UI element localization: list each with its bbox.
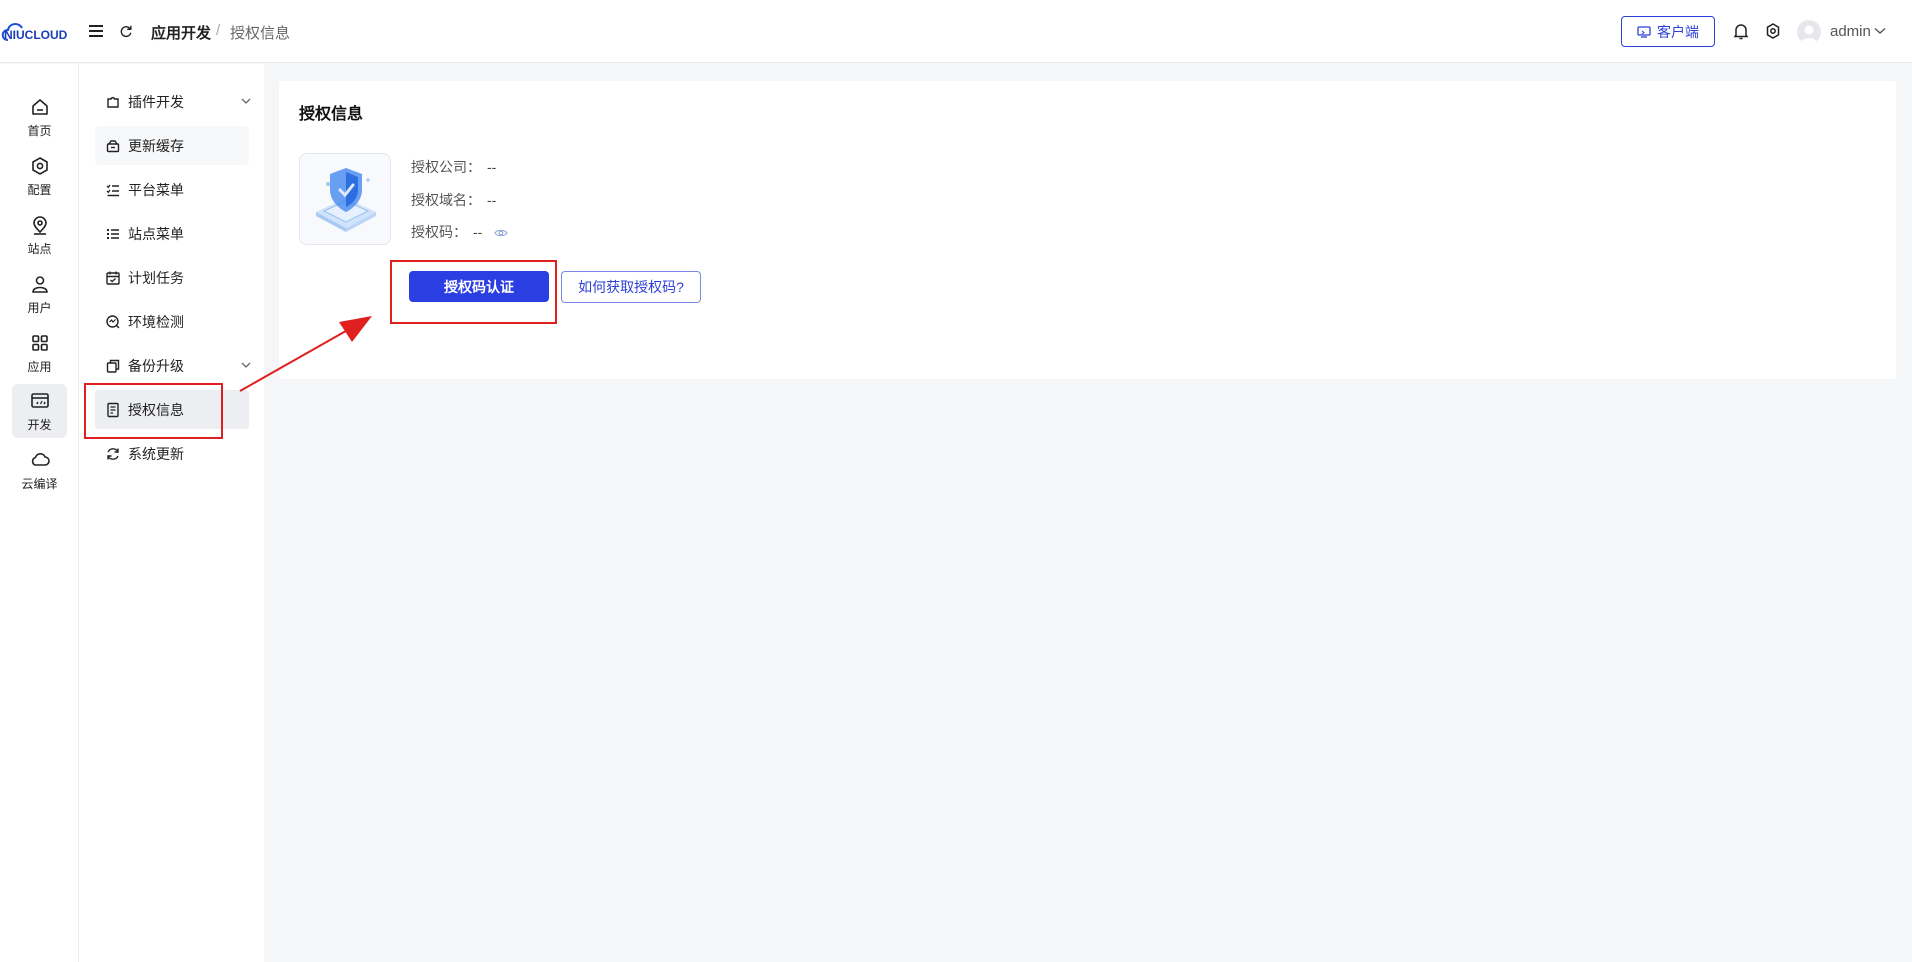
settings-hex-icon (31, 156, 48, 175)
submenu-item-label: 更新缓存 (128, 137, 184, 154)
gear-icon[interactable] (1763, 21, 1783, 41)
license-code-value: -- (473, 224, 483, 240)
chevron-down-icon (241, 98, 251, 104)
bell-icon[interactable] (1731, 21, 1751, 41)
rail-item-apps[interactable]: 应用 (12, 326, 67, 380)
eye-icon[interactable] (494, 228, 508, 238)
rail-item-label: 用户 (27, 300, 52, 315)
home-icon (31, 98, 48, 115)
rail-item-home[interactable]: 首页 (12, 90, 67, 144)
rail-item-label: 开发 (27, 417, 52, 432)
annotation-arrow-icon (239, 316, 372, 392)
submenu-item-label: 平台菜单 (128, 181, 184, 198)
licensed-company-row: 授权公司： -- (411, 157, 496, 177)
client-button[interactable]: 客户端 (1621, 16, 1715, 47)
submenu-item-update-cache[interactable]: 更新缓存 (95, 126, 249, 165)
breadcrumb-parent[interactable]: 应用开发 (151, 22, 211, 43)
cloud-icon (31, 452, 50, 466)
top-header: NIUCLOUD 应用开发 / 授权信息 客户端 admin (0, 0, 1912, 63)
rail-item-site[interactable]: 站点 (12, 208, 67, 262)
license-code-row: 授权码： -- (411, 222, 508, 242)
copy-icon (105, 358, 121, 374)
grid-apps-icon (31, 334, 48, 351)
how-to-get-license-button[interactable]: 如何获取授权码? (561, 271, 701, 303)
rail-item-label: 首页 (27, 123, 52, 138)
breadcrumb-separator: / (216, 22, 221, 39)
plugin-icon (105, 94, 121, 110)
list-icon (105, 226, 121, 242)
rail-item-config[interactable]: 配置 (12, 149, 67, 203)
rail-item-label: 应用 (27, 359, 52, 374)
rail-item-user[interactable]: 用户 (12, 267, 67, 321)
submenu-item-label: 站点菜单 (128, 225, 184, 242)
code-window-icon (30, 392, 49, 408)
checklist-icon (105, 182, 121, 198)
page-title: 授权信息 (299, 106, 364, 123)
refresh-icon[interactable] (116, 21, 136, 41)
submenu-item-label: 备份升级 (128, 357, 184, 374)
rail-item-cloud-compile[interactable]: 云编译 (12, 443, 67, 497)
location-pin-icon (32, 215, 47, 235)
submenu-item-label: 插件开发 (128, 93, 184, 110)
rail-item-develop[interactable]: 开发 (12, 384, 67, 438)
field-label: 授权码： (411, 224, 467, 240)
avatar[interactable] (1797, 20, 1821, 44)
refresh-icon (105, 446, 121, 462)
svg-text:NIUCLOUD: NIUCLOUD (4, 28, 68, 42)
niucloud-logo[interactable]: NIUCLOUD (0, 20, 80, 44)
license-info-card (279, 81, 1896, 379)
rail-item-label: 站点 (27, 241, 52, 256)
monitor-icon (1637, 25, 1651, 38)
rail-item-label: 配置 (27, 182, 52, 197)
monitor-check-icon (105, 314, 121, 330)
submenu-item-label: 计划任务 (128, 269, 184, 286)
primary-nav-rail: 首页 配置 站点 用户 应用 开发 云编译 (0, 64, 79, 962)
menu-toggle-icon[interactable] (86, 21, 106, 41)
submenu-item-system-update[interactable]: 系统更新 (95, 434, 328, 473)
licensed-domain-value: -- (487, 192, 497, 208)
field-label: 授权域名： (411, 192, 481, 208)
field-label: 授权公司： (411, 159, 481, 175)
cache-icon (105, 138, 121, 154)
rail-item-label: 云编译 (21, 476, 58, 491)
submenu-item-label: 系统更新 (128, 445, 184, 462)
client-button-label: 客户端 (1657, 23, 1699, 40)
licensed-domain-row: 授权域名： -- (411, 190, 496, 210)
calendar-check-icon (105, 270, 121, 286)
user-name[interactable]: admin (1830, 23, 1871, 40)
license-shield-illustration (299, 153, 391, 245)
submenu-item-label: 环境检测 (128, 313, 184, 330)
secondary-nav-menu: 插件开发 更新缓存 平台菜单 站点菜单 计划任务 环境检测 备份升级 授权信息 … (79, 64, 264, 962)
chevron-down-icon[interactable] (1874, 27, 1886, 35)
annotation-highlight-button (390, 260, 557, 324)
user-icon (31, 275, 48, 293)
breadcrumb-current: 授权信息 (230, 25, 291, 42)
annotation-highlight-menu (84, 383, 223, 439)
licensed-company-value: -- (487, 159, 497, 175)
